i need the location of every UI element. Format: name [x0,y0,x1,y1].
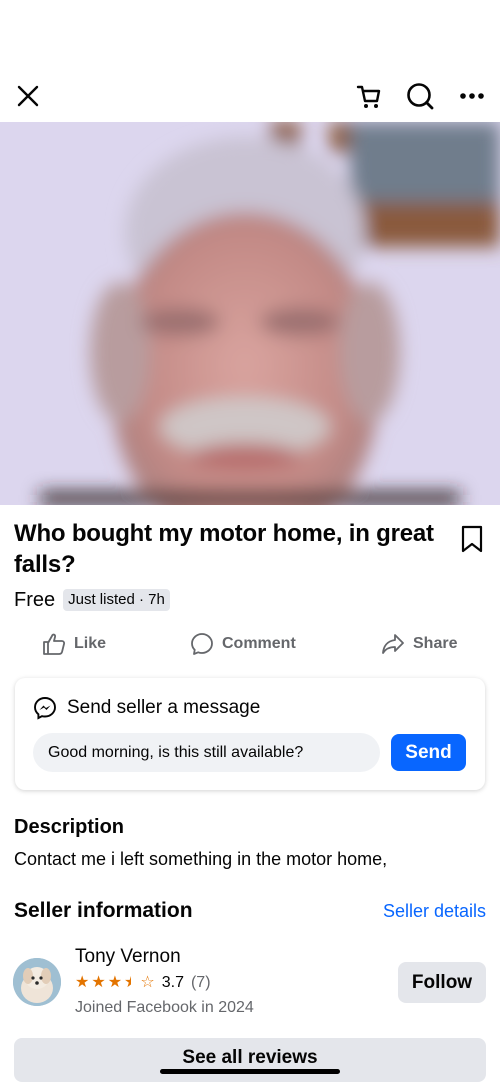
star-full-icon: ★ [75,974,90,991]
see-all-reviews-button[interactable]: See all reviews [14,1038,486,1082]
cart-icon [356,85,381,108]
like-label: Like [74,635,107,652]
save-button[interactable] [458,524,486,554]
listing-photo-image [0,122,500,505]
star-empty-icon: ☆ [140,974,155,991]
action-bar: Like Comment Share [0,624,500,664]
message-seller-card: Send seller a message Send [15,678,485,790]
comment-label: Comment [222,635,296,652]
home-indicator[interactable] [160,1069,340,1074]
see-all-reviews-label: See all reviews [182,1047,318,1068]
seller-name[interactable]: Tony Vernon [75,945,181,969]
seller-joined: Joined Facebook in 2024 [75,999,254,1016]
star-full-icon: ★ [91,974,106,991]
price-row: Free Just listed · 7h [14,587,170,613]
send-button[interactable]: Send [391,734,466,771]
message-card-header: Send seller a message [33,696,260,720]
listing-title: Who bought my motor home, in great falls… [14,520,434,578]
thumbs-up-icon [43,633,66,655]
seller-rating: ★ ★ ★ ★ ☆ 3.7 (7) [75,974,211,992]
follow-button[interactable]: Follow [398,962,486,1003]
star-full-icon: ★ [107,974,123,991]
description-text: Contact me i left something in the motor… [14,849,388,869]
seller-info-heading: Seller information [14,899,193,922]
more-icon [460,93,484,99]
top-bar [0,0,500,122]
share-label: Share [413,635,458,652]
listing-title-row: Who bought my motor home, in great falls… [14,518,486,580]
close-icon [17,85,39,107]
close-button[interactable] [10,78,46,114]
share-button[interactable]: Share [381,624,457,664]
message-input[interactable] [33,733,380,772]
rating-count: (7) [190,974,211,991]
listing-age-badge: Just listed · 7h [63,589,170,611]
comment-button[interactable]: Comment [190,624,296,664]
seller-details-link[interactable]: Seller details [383,901,486,922]
more-button[interactable] [454,78,490,114]
seller-avatar[interactable] [13,958,61,1006]
search-button[interactable] [402,78,438,114]
listing-photo[interactable] [0,122,500,505]
like-button[interactable]: Like [42,624,106,664]
description-heading: Description [14,816,125,838]
seller-avatar-image [13,958,61,1006]
bookmark-icon [461,525,483,553]
share-icon [382,634,404,654]
star-half-icon: ★ [124,974,139,991]
messenger-icon [34,697,56,720]
cart-button[interactable] [351,78,387,114]
rating-value: 3.7 [161,974,184,991]
message-card-title: Send seller a message [67,697,261,718]
search-icon [407,83,434,110]
comment-icon [191,633,213,655]
listing-price: Free [14,589,56,611]
